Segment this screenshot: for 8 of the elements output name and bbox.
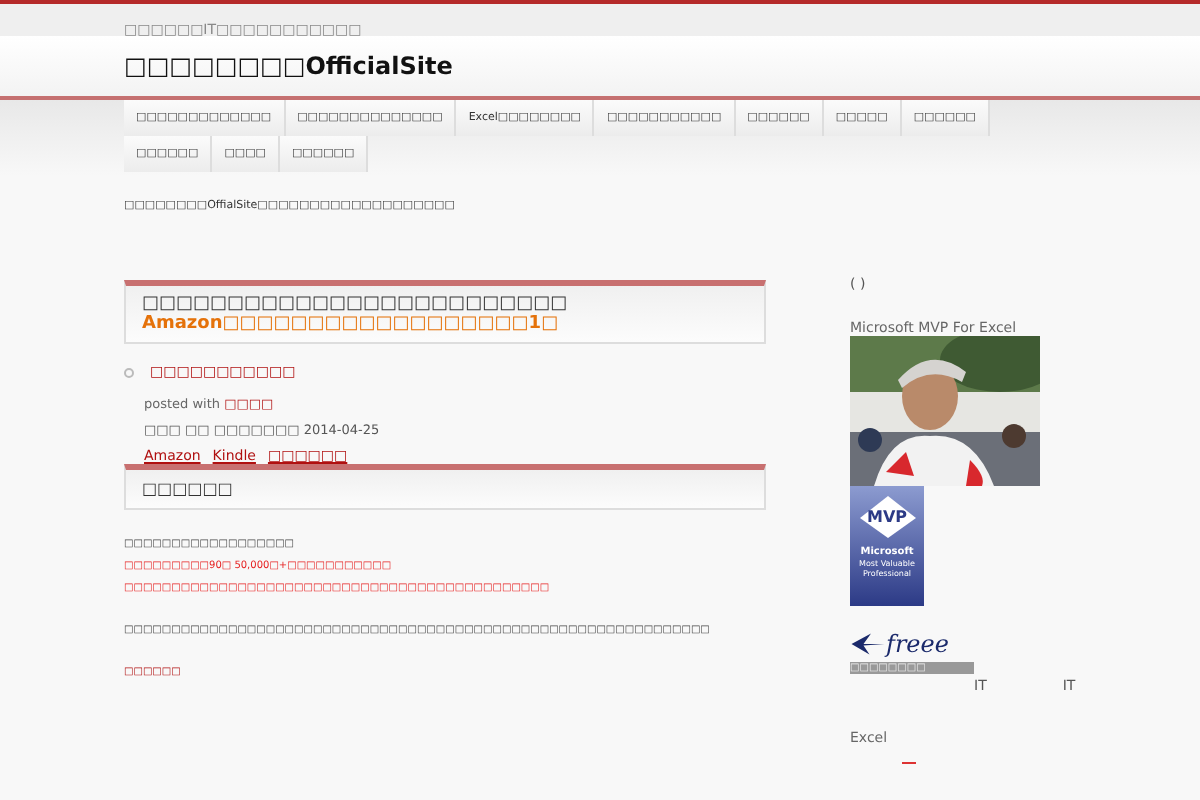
- badge-abbr: MVP: [866, 508, 907, 526]
- site-title[interactable]: □□□□□□□□OfficialSite: [124, 52, 453, 80]
- post-subtitle: Amazon□□□□□□□□□□□□□□□□□□1□: [142, 314, 561, 334]
- post-title: □□□□□□□□□□□□□□□□□□□□□□□□□: [142, 294, 570, 314]
- section-heading: □□□□□□: [142, 480, 235, 498]
- bullet-icon: [124, 367, 134, 377]
- freee-logo: freee: [886, 630, 949, 658]
- diamond-icon: [857, 494, 917, 538]
